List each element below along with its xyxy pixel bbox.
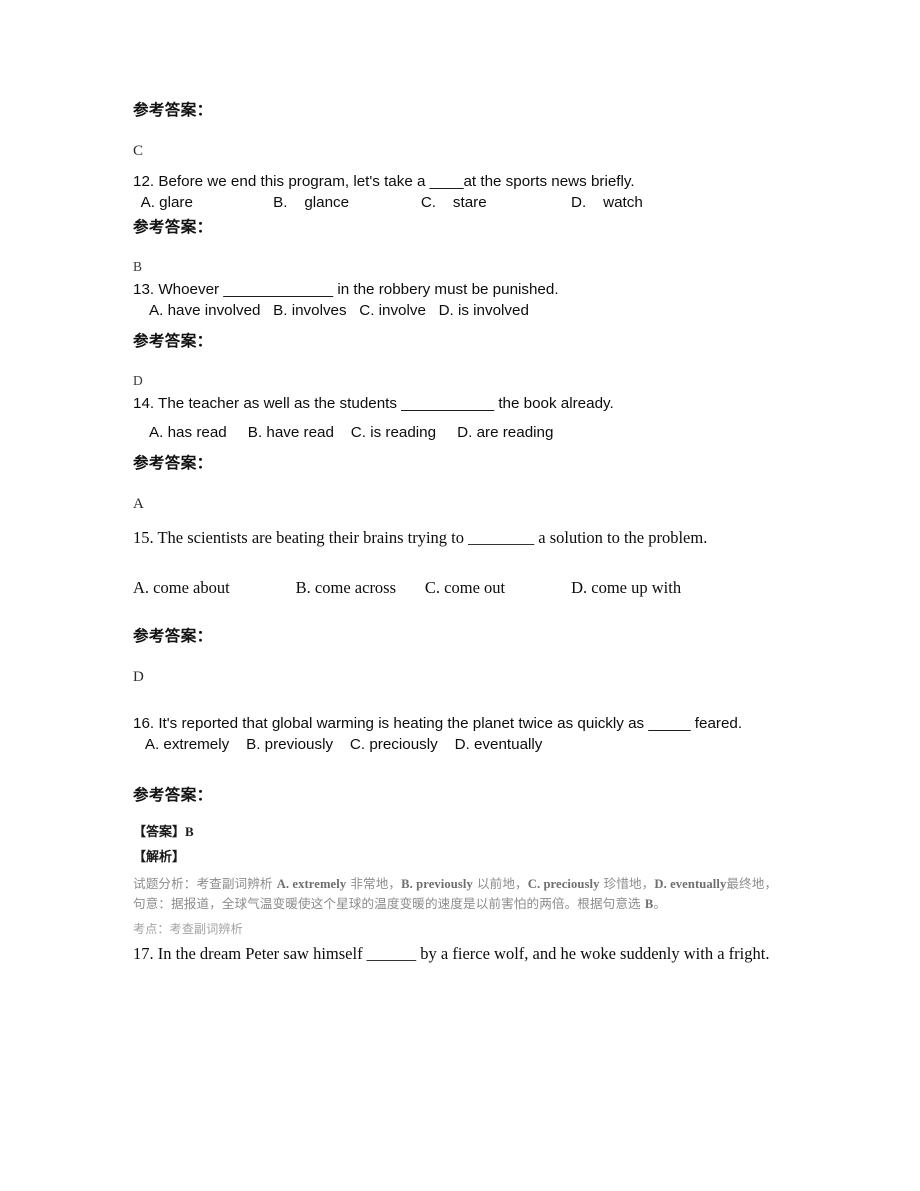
explanation-answer-label: 【答案】 (133, 825, 186, 840)
explanation-answer-value: B (185, 824, 194, 839)
explanation-answer-line: 【答案】B (133, 823, 788, 841)
reference-answer-heading: 参考答案： (133, 454, 213, 472)
reference-answer-heading: 参考答案： (133, 218, 213, 236)
answer-letter-14: A (133, 496, 144, 512)
question-13-stem: 13. Whoever _____________ in the robbery… (133, 281, 559, 298)
question-16-options: A. extremely B. previously C. preciously… (133, 736, 543, 753)
document-content-column: 参考答案： C 12. Before we end this program, … (133, 100, 788, 966)
question-17-stem: 17. In the dream Peter saw himself _____… (133, 944, 770, 963)
explanation-analysis-label: 【解析】 (133, 850, 186, 865)
question-12-stem: 12. Before we end this program, let's ta… (133, 173, 635, 190)
answer-letter-13: D (133, 373, 143, 388)
explanation-analysis-body: 试题分析：考查副词辨析 A. extremely 非常地，B. previous… (133, 874, 788, 914)
answer-letter-12: B (133, 259, 143, 274)
explanation-option-b: B. previously (401, 877, 473, 891)
question-14-options: A. has read B. have read C. is reading D… (133, 424, 554, 441)
question-14-stem: 14. The teacher as well as the students … (133, 395, 614, 412)
question-12-options: A. glare B. glance C. stare D. watch (133, 194, 643, 211)
explanation-option-c: C. preciously (527, 877, 600, 891)
question-16-stem: 16. It's reported that global warming is… (133, 715, 743, 732)
document-page: 参考答案： C 12. Before we end this program, … (0, 0, 920, 1191)
explanation-line2-punct: 。 (653, 896, 667, 911)
explanation-option-a: A. extremely (276, 877, 347, 891)
question-15-stem: 15. The scientists are beating their bra… (133, 528, 708, 547)
explanation-option-c-gloss: 珍惜地， (599, 876, 655, 891)
reference-answer-heading: 参考答案： (133, 627, 213, 645)
explanation-exam-point: 考点：考查副词辨析 (133, 922, 243, 936)
reference-answer-heading: 参考答案： (133, 332, 213, 350)
reference-answer-heading: 参考答案： (133, 101, 213, 119)
explanation-line1-prefix: 试题分析：考查副词辨析 (133, 876, 277, 891)
question-15-options: A. come about B. come across C. come out… (133, 578, 682, 597)
question-13-options: A. have involved B. involves C. involve … (133, 302, 529, 319)
explanation-option-b-gloss: 以前地， (472, 876, 528, 891)
explanation-option-a-gloss: 非常地， (346, 876, 402, 891)
explanation-option-d: D. eventually (654, 877, 727, 891)
answer-letter-15: D (133, 669, 144, 685)
reference-answer-heading: 参考答案： (133, 786, 213, 804)
answer-letter-11: C (133, 143, 144, 159)
